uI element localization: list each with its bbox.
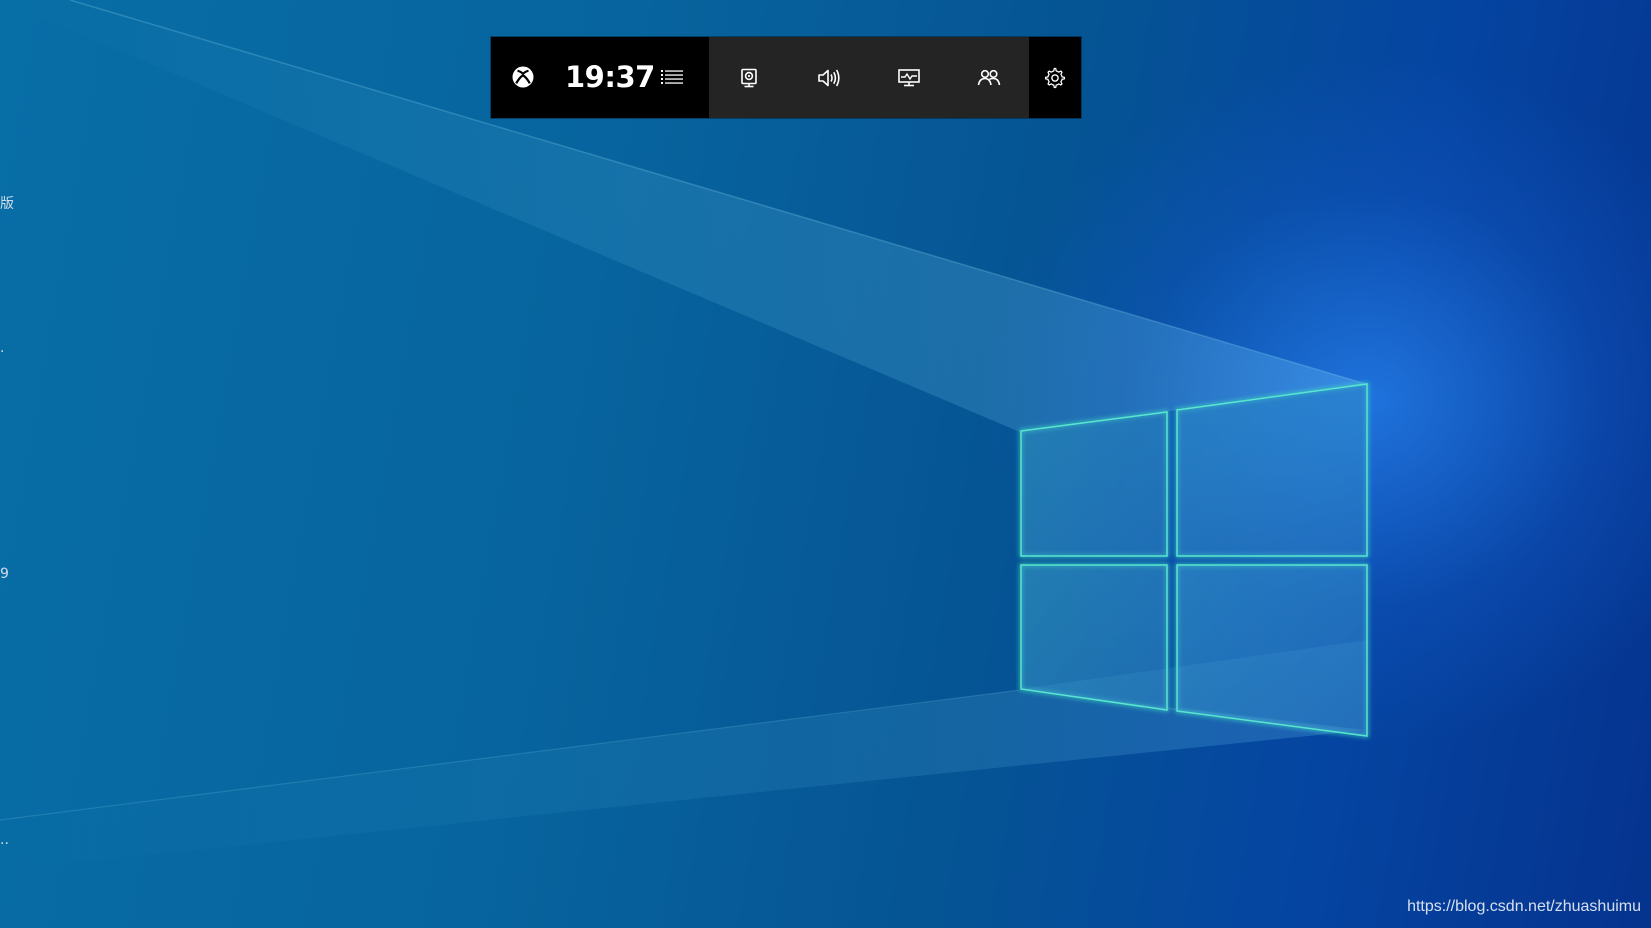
people-icon: [977, 69, 1001, 85]
webcam-icon: [741, 68, 757, 87]
edge-text: ..: [0, 832, 9, 848]
monitor-chart-icon: [898, 68, 920, 86]
edge-text: 9: [0, 566, 9, 582]
windows-logo: [1019, 382, 1369, 738]
gear-icon: [1044, 67, 1066, 88]
desktop-background: 版 . 9 .. 19:37 https://blog.csdn.net/zhu…: [0, 0, 1651, 928]
performance-widget-button[interactable]: [885, 54, 933, 102]
edge-text: .: [0, 340, 5, 356]
xbox-icon: [512, 66, 534, 88]
menu-button[interactable]: [648, 53, 696, 101]
logo-pane-top-left: [1020, 411, 1168, 557]
game-bar-settings-section: [1029, 37, 1081, 118]
edge-text: 版: [0, 196, 14, 212]
xbox-game-bar: 19:37: [491, 37, 1081, 118]
list-icon: [661, 70, 683, 84]
social-widget-button[interactable]: [965, 54, 1013, 102]
settings-button[interactable]: [1031, 54, 1079, 102]
audio-widget-button[interactable]: [805, 54, 853, 102]
xbox-button[interactable]: [499, 53, 547, 101]
game-bar-widgets-section: [709, 37, 1029, 118]
capture-widget-button[interactable]: [725, 54, 773, 102]
logo-pane-top-right: [1176, 383, 1368, 557]
clock: 19:37: [565, 60, 655, 94]
speaker-icon: [818, 69, 840, 86]
game-bar-home-section: 19:37: [491, 37, 709, 118]
watermark-url: https://blog.csdn.net/zhuashuimu: [1407, 898, 1641, 915]
